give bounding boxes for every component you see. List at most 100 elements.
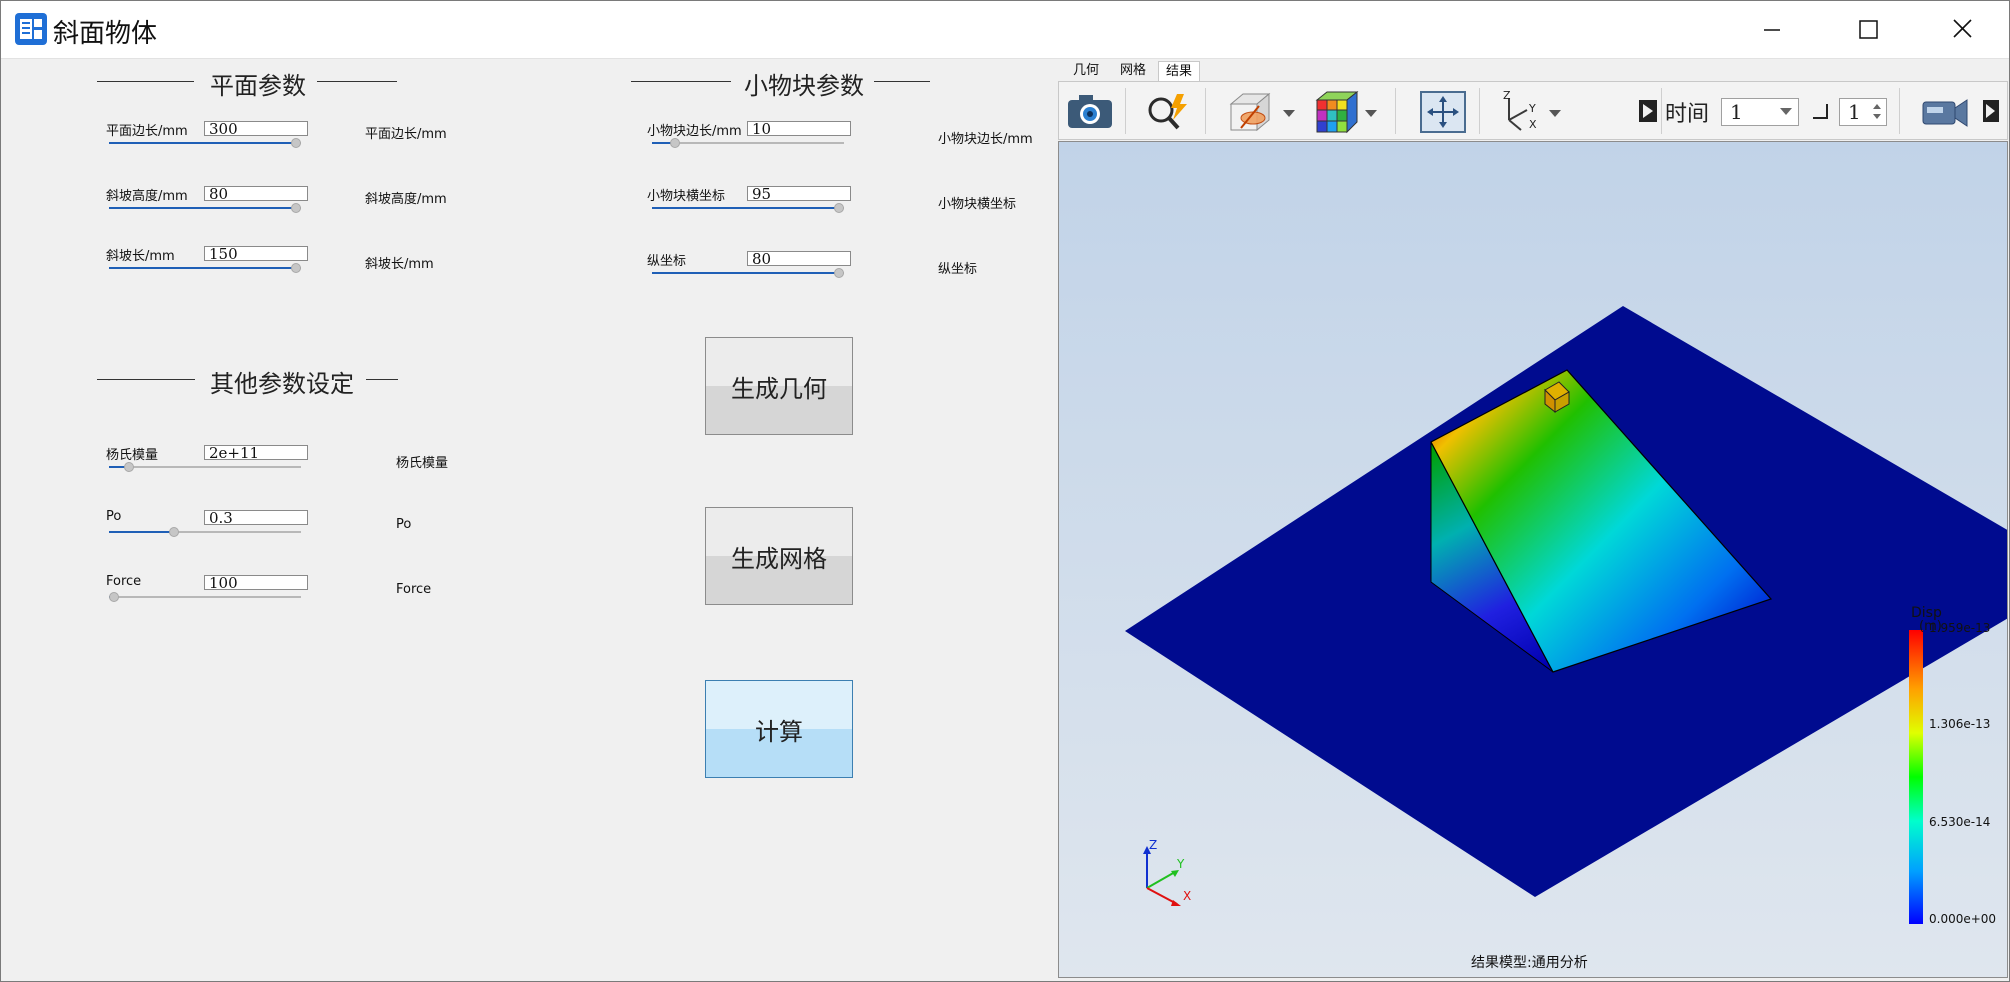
section-rule bbox=[631, 81, 731, 82]
block-x-slider[interactable] bbox=[652, 202, 844, 214]
block-side-echo: 小物块边长/mm bbox=[938, 132, 1033, 147]
slope-length-echo: 斜坡长/mm bbox=[365, 257, 434, 272]
force-input[interactable]: 100 bbox=[204, 575, 308, 590]
playback-icon[interactable] bbox=[1637, 90, 1659, 134]
poisson-slider[interactable] bbox=[109, 526, 301, 538]
camera-icon[interactable] bbox=[1065, 90, 1115, 134]
title-bar: 斜面物体 bbox=[1, 1, 2009, 59]
plane-params-title: 平面参数 bbox=[210, 72, 306, 100]
fit-view-icon[interactable] bbox=[1419, 90, 1467, 134]
maximize-icon bbox=[1859, 20, 1878, 39]
youngs-modulus-input[interactable]: 2e+11 bbox=[204, 445, 308, 460]
triad-y-label: Y bbox=[1176, 857, 1185, 871]
time-label: 时间 bbox=[1665, 102, 1710, 127]
slider-handle[interactable] bbox=[291, 138, 301, 148]
slope-length-input[interactable]: 150 bbox=[204, 246, 308, 261]
section-view-icon[interactable] bbox=[1225, 90, 1279, 134]
spinner-arrows-icon[interactable] bbox=[1872, 103, 1882, 121]
legend-tick-max: 1.959e-13 bbox=[1929, 621, 1991, 635]
tab-mesh[interactable]: 网格 bbox=[1113, 61, 1153, 81]
toolbar-overflow-icon[interactable] bbox=[1981, 90, 2001, 134]
slider-handle[interactable] bbox=[291, 203, 301, 213]
axis-z-label: Z bbox=[1503, 90, 1511, 102]
youngs-modulus-slider[interactable] bbox=[109, 461, 301, 473]
close-button[interactable] bbox=[1915, 1, 2007, 58]
step-spinbox[interactable]: 1 bbox=[1839, 98, 1887, 126]
mesh-color-icon[interactable] bbox=[1311, 90, 1361, 134]
slider-handle[interactable] bbox=[834, 268, 844, 278]
viewer-toolbar: Z Y X 时间 1 1 bbox=[1058, 81, 2008, 140]
axes-orientation-icon[interactable]: Z Y X bbox=[1491, 90, 1541, 134]
poisson-input[interactable]: 0.3 bbox=[204, 510, 308, 525]
generate-mesh-button[interactable]: 生成网格 bbox=[705, 507, 853, 605]
result-model-status: 结果模型:通用分析 bbox=[1471, 955, 1588, 971]
dropdown-icon[interactable] bbox=[1363, 90, 1379, 134]
plane-side-echo: 平面边长/mm bbox=[365, 127, 447, 142]
slider-handle[interactable] bbox=[109, 592, 119, 602]
force-label: Force bbox=[106, 574, 142, 589]
compute-button[interactable]: 计算 bbox=[705, 680, 853, 778]
force-slider[interactable] bbox=[109, 591, 301, 603]
block-y-input[interactable]: 80 bbox=[747, 251, 851, 266]
axis-y-label: Y bbox=[1528, 102, 1536, 115]
block-y-echo: 纵坐标 bbox=[938, 262, 978, 277]
slider-handle[interactable] bbox=[169, 527, 179, 537]
axis-x-label: X bbox=[1529, 118, 1537, 131]
block-side-input[interactable]: 10 bbox=[747, 121, 851, 136]
legend-tick-min: 0.000e+00 bbox=[1929, 912, 1997, 926]
slope-height-slider[interactable] bbox=[109, 202, 301, 214]
maximize-button[interactable] bbox=[1823, 1, 1915, 58]
tab-geometry[interactable]: 几何 bbox=[1066, 61, 1106, 81]
section-rule bbox=[97, 379, 195, 380]
section-rule bbox=[874, 81, 930, 82]
block-x-echo: 小物块横坐标 bbox=[938, 197, 1017, 212]
triad-x-label: X bbox=[1183, 889, 1191, 903]
slope-height-echo: 斜坡高度/mm bbox=[365, 192, 447, 207]
poisson-label: Po bbox=[106, 509, 122, 524]
dropdown-icon[interactable] bbox=[1547, 90, 1563, 134]
poisson-echo: Po bbox=[396, 517, 412, 532]
query-icon[interactable] bbox=[1143, 90, 1193, 134]
legend-color-bar bbox=[1909, 630, 1923, 924]
section-rule bbox=[97, 81, 194, 82]
other-params-title: 其他参数设定 bbox=[210, 370, 354, 398]
step-value: 1 bbox=[1848, 100, 1861, 124]
tab-result[interactable]: 结果 bbox=[1158, 61, 1200, 82]
parameter-panel: 平面参数 平面边长/mm 300 平面边长/mm 斜坡高度/mm 80 斜坡高度… bbox=[2, 59, 1055, 980]
block-x-input[interactable]: 95 bbox=[747, 186, 851, 201]
app-window: 斜面物体 平面参数 平面边长/mm 300 平面边长/mm 斜坡高度/mm 80… bbox=[0, 0, 2010, 982]
result-viewport[interactable]: Z Y X Disp (m) 1.959e-13 1.306e-13 6.530… bbox=[1058, 141, 2008, 978]
block-params-title: 小物块参数 bbox=[744, 72, 864, 100]
result-viewer-panel: 几何 网格 结果 Z Y X 时间 1 1 Z Y X Disp (m) 1.9… bbox=[1056, 59, 2009, 980]
time-select[interactable]: 1 bbox=[1721, 98, 1799, 126]
chevron-down-icon bbox=[1780, 108, 1792, 115]
section-rule bbox=[317, 81, 397, 82]
legend-tick-2: 1.306e-13 bbox=[1929, 717, 1991, 731]
window-title: 斜面物体 bbox=[53, 19, 158, 49]
plane-side-input[interactable]: 300 bbox=[204, 121, 308, 136]
block-side-slider[interactable] bbox=[652, 137, 844, 149]
block-y-slider[interactable] bbox=[652, 267, 844, 279]
force-echo: Force bbox=[396, 582, 432, 597]
plane-side-slider[interactable] bbox=[109, 137, 301, 149]
youngs-modulus-echo: 杨氏模量 bbox=[396, 456, 449, 471]
video-camera-icon[interactable] bbox=[1919, 90, 1971, 134]
minimize-icon bbox=[1764, 29, 1780, 31]
legend-tick-3: 6.530e-14 bbox=[1929, 815, 1991, 829]
generate-geometry-button[interactable]: 生成几何 bbox=[705, 337, 853, 435]
slider-handle[interactable] bbox=[291, 263, 301, 273]
fem-result-render: Z Y X Disp (m) bbox=[1125, 306, 2007, 924]
minimize-button[interactable] bbox=[1725, 1, 1817, 58]
time-value: 1 bbox=[1730, 100, 1743, 124]
step-end-icon bbox=[1813, 104, 1828, 119]
slider-handle[interactable] bbox=[124, 462, 134, 472]
slider-handle[interactable] bbox=[834, 203, 844, 213]
app-icon bbox=[15, 13, 47, 45]
slope-length-slider[interactable] bbox=[109, 262, 301, 274]
triad-z-label: Z bbox=[1149, 838, 1157, 852]
slider-handle[interactable] bbox=[670, 138, 680, 148]
dropdown-icon[interactable] bbox=[1281, 90, 1297, 134]
orientation-triad: Z Y X bbox=[1143, 838, 1191, 906]
slope-height-input[interactable]: 80 bbox=[204, 186, 308, 201]
close-icon bbox=[1953, 19, 1972, 38]
